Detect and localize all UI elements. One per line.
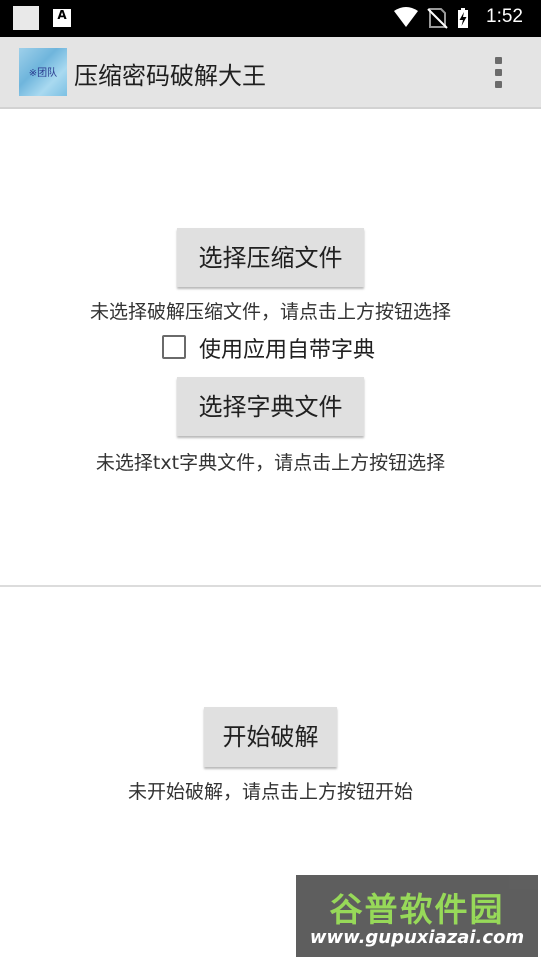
start-crack-button[interactable]: 开始破解 <box>204 707 337 767</box>
app-title: 压缩密码破解大王 <box>74 62 266 90</box>
notification-a-icon: A <box>53 8 71 27</box>
notification-square-icon <box>13 6 39 30</box>
battery-charging-icon <box>458 8 468 28</box>
dictionary-status-text: 未选择txt字典文件，请点击上方按钮选择 <box>95 452 446 474</box>
app-logo-text: ※团队 <box>28 68 58 79</box>
app-bar: ※团队 压缩密码破解大王 <box>0 37 541 109</box>
section-divider <box>0 585 541 587</box>
no-sim-icon <box>427 8 448 29</box>
watermark-brand: 谷普软件园 <box>329 890 505 929</box>
clock: 1:52 <box>486 6 523 27</box>
crack-status-text: 未开始破解，请点击上方按钮开始 <box>127 781 413 803</box>
watermark-url: www.gupuxiazai.com <box>309 927 525 948</box>
archive-status-text: 未选择破解压缩文件，请点击上方按钮选择 <box>89 301 451 323</box>
select-dictionary-button[interactable]: 选择字典文件 <box>177 377 364 436</box>
watermark: 谷普软件园 www.gupuxiazai.com <box>296 875 538 957</box>
status-icons <box>394 7 468 29</box>
status-bar: A 1:52 <box>0 0 541 37</box>
builtin-dictionary-label[interactable]: 使用应用自带字典 <box>199 332 375 364</box>
builtin-dictionary-checkbox[interactable] <box>162 335 186 359</box>
select-archive-button[interactable]: 选择压缩文件 <box>177 228 364 287</box>
notification-a-letter: A <box>57 8 67 22</box>
overflow-menu-icon[interactable] <box>490 57 508 89</box>
wifi-icon <box>394 7 418 27</box>
app-logo: ※团队 <box>19 48 67 96</box>
